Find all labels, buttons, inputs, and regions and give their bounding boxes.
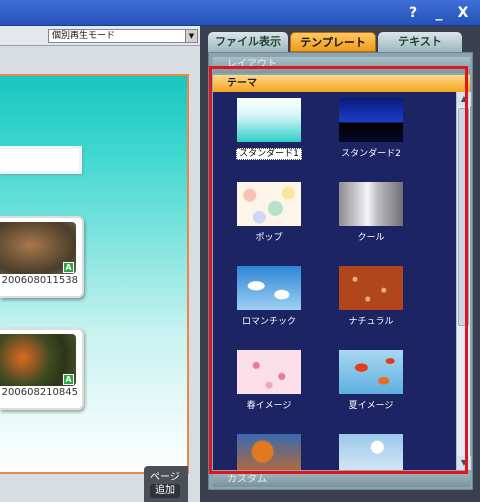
theme-label: ロマンチック <box>241 317 296 327</box>
close-button[interactable]: X <box>452 3 474 23</box>
theme-list: スタンダード1 スタンダード2 ポップ クール ロマンチック ナチュラル 春イメ… <box>213 92 456 470</box>
page-text-box[interactable] <box>0 146 82 174</box>
right-pane: ファイル表示 テンプレート テキスト レイアウト テーマ スタンダード1 スタン… <box>200 26 480 502</box>
mode-bar: 個別再生モード ▼ <box>0 26 200 46</box>
page-label: ページ <box>150 472 180 483</box>
theme-label: ポップ <box>255 233 283 243</box>
template-panel: レイアウト テーマ スタンダード1 スタンダード2 ポップ クール ロマンチック… <box>208 52 473 490</box>
title-bar: ? _ X <box>0 0 480 26</box>
theme-label: クール <box>357 233 385 243</box>
theme-thumb-autumn[interactable] <box>237 434 301 470</box>
album-page-canvas[interactable]: A 200608011538 A 200608210845 <box>0 74 189 474</box>
theme-section-header[interactable]: テーマ <box>213 75 470 92</box>
theme-label: 春イメージ <box>246 401 292 411</box>
scroll-down-icon[interactable]: ▼ <box>457 456 471 470</box>
photo-label: 200608210845 <box>1 387 78 398</box>
theme-label: スタンダード2 <box>341 149 401 159</box>
theme-label: スタンダード1 <box>224 146 314 160</box>
layout-section-header[interactable]: レイアウト <box>213 57 470 73</box>
chevron-down-icon[interactable]: ▼ <box>185 30 197 42</box>
theme-thumb-cool[interactable] <box>339 182 403 226</box>
scroll-thumb[interactable] <box>458 108 469 326</box>
theme-scrollbar[interactable]: ▲ ▼ <box>456 92 471 470</box>
theme-label: ナチュラル <box>348 317 394 327</box>
photo-card[interactable]: A 200608210845 <box>0 328 84 410</box>
theme-thumb-pop[interactable] <box>237 182 301 226</box>
theme-thumb-winter[interactable] <box>339 434 403 470</box>
theme-thumb-summer[interactable] <box>339 350 403 394</box>
tab-text[interactable]: テキスト <box>378 32 462 52</box>
photo-card[interactable]: A 200608011538 <box>0 216 84 298</box>
left-pane: 個別再生モード ▼ A 200608011538 A 200608210845 … <box>0 26 200 502</box>
playback-mode-select[interactable]: 個別再生モード ▼ <box>48 29 198 43</box>
add-page-button[interactable]: ページ 追加 <box>144 466 188 502</box>
theme-thumb-standard1[interactable] <box>237 98 301 142</box>
auto-badge-icon: A <box>63 374 74 385</box>
minimize-button[interactable]: _ <box>428 3 450 23</box>
help-button[interactable]: ? <box>402 3 424 23</box>
add-label: 追加 <box>150 484 180 498</box>
playback-mode-value: 個別再生モード <box>52 31 116 41</box>
auto-badge-icon: A <box>63 262 74 273</box>
tab-file-view[interactable]: ファイル表示 <box>208 32 288 52</box>
custom-section-header[interactable]: カスタム <box>213 473 470 487</box>
scroll-up-icon[interactable]: ▲ <box>457 92 471 106</box>
tab-template[interactable]: テンプレート <box>290 32 376 52</box>
theme-thumb-natural[interactable] <box>339 266 403 310</box>
theme-thumb-standard2[interactable] <box>339 98 403 142</box>
photo-label: 200608011538 <box>1 275 78 286</box>
theme-thumb-romantic[interactable] <box>237 266 301 310</box>
theme-thumb-spring[interactable] <box>237 350 301 394</box>
theme-label: 夏イメージ <box>348 401 394 411</box>
